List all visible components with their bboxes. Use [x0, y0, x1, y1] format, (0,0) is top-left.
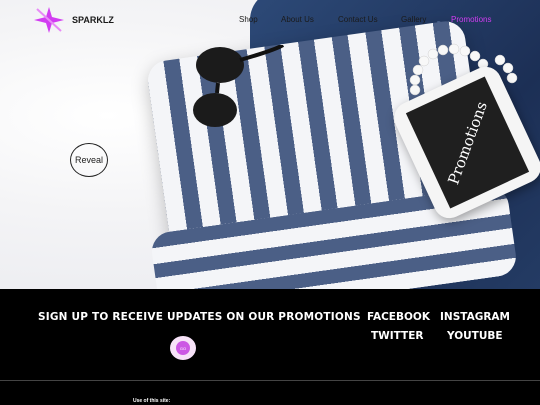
footer: Sign up to receive updates on our promot…	[0, 289, 540, 405]
twitter-link[interactable]: Twitter	[371, 330, 423, 342]
phone-screen-text: Promotions	[444, 98, 491, 187]
facebook-link[interactable]: Facebook	[367, 311, 430, 323]
sunglasses-image	[193, 45, 285, 127]
reveal-button[interactable]: Reveal	[70, 143, 108, 177]
instagram-link[interactable]: Instagram	[440, 311, 510, 323]
youtube-link[interactable]: Youtube	[447, 330, 503, 342]
signup-heading: Sign up to receive updates on our promot…	[38, 311, 361, 323]
signup-submit-button[interactable]: GO	[170, 336, 196, 360]
nav-promotions[interactable]: Promotions	[451, 15, 491, 24]
nav-about-us[interactable]: About Us	[281, 15, 314, 24]
use-of-site-heading: Use of this site:	[133, 398, 171, 404]
footer-divider	[0, 380, 540, 381]
nav-contact-us[interactable]: Contact Us	[338, 15, 378, 24]
main-nav: Shop About Us Contact Us Gallery Promoti…	[0, 15, 540, 29]
nav-shop[interactable]: Shop	[239, 15, 258, 24]
signup-submit-label: GO	[176, 341, 190, 355]
nav-gallery[interactable]: Gallery	[401, 15, 426, 24]
